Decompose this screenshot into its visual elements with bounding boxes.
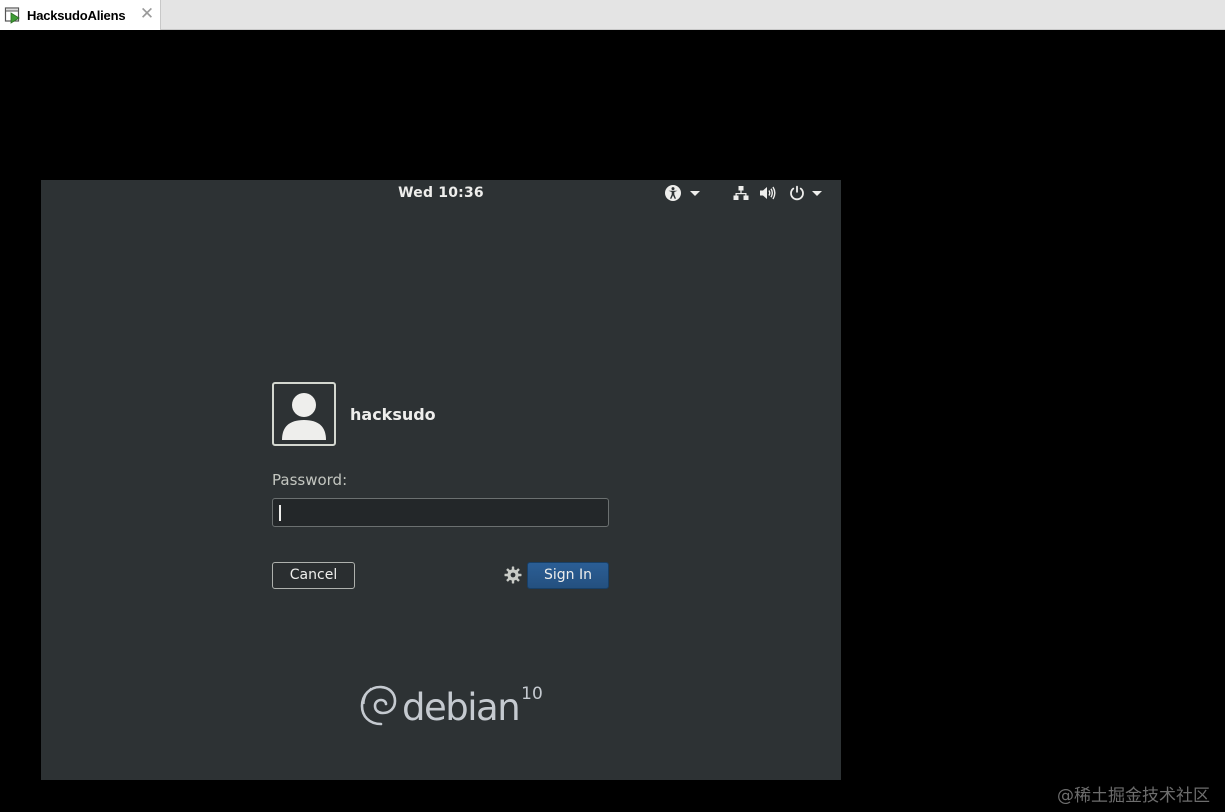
vm-play-icon: [4, 7, 20, 24]
power-icon: [790, 185, 804, 201]
accessibility-icon: [665, 185, 681, 201]
user-avatar: [272, 382, 336, 446]
system-status-menu[interactable]: [732, 184, 826, 202]
debian-wordmark: debian: [402, 686, 521, 729]
clock[interactable]: Wed 10:36: [391, 185, 491, 201]
debian-swirl-icon: [360, 685, 397, 726]
network-icon: [733, 186, 749, 200]
chevron-down-icon: [812, 191, 822, 196]
text-cursor: [279, 505, 281, 521]
accessibility-menu[interactable]: [664, 184, 704, 202]
chevron-down-icon: [690, 191, 700, 196]
vm-tab[interactable]: HacksudoAliens ✕: [0, 0, 161, 30]
volume-icon: [760, 186, 776, 200]
vm-screen[interactable]: Wed 10:36 hacksudo Password: Cancel Sign…: [41, 180, 841, 780]
username-label: hacksudo: [350, 405, 436, 424]
vm-tab-title: HacksudoAliens: [27, 7, 126, 23]
sign-in-button[interactable]: Sign In: [527, 562, 609, 589]
password-input[interactable]: [272, 498, 609, 527]
password-label: Password:: [272, 471, 348, 489]
avatar-icon: [282, 393, 326, 440]
debian-version: 10: [521, 684, 543, 704]
watermark: @稀土掘金技术社区: [1057, 786, 1210, 806]
host-tab-bar: HacksudoAliens ✕: [0, 0, 1225, 30]
gnome-top-bar: Wed 10:36: [41, 180, 841, 207]
close-icon[interactable]: ✕: [138, 5, 156, 23]
cancel-button[interactable]: Cancel: [272, 562, 355, 589]
debian-logo: debian 10: [359, 680, 543, 735]
session-settings-gear-icon[interactable]: [504, 566, 522, 584]
